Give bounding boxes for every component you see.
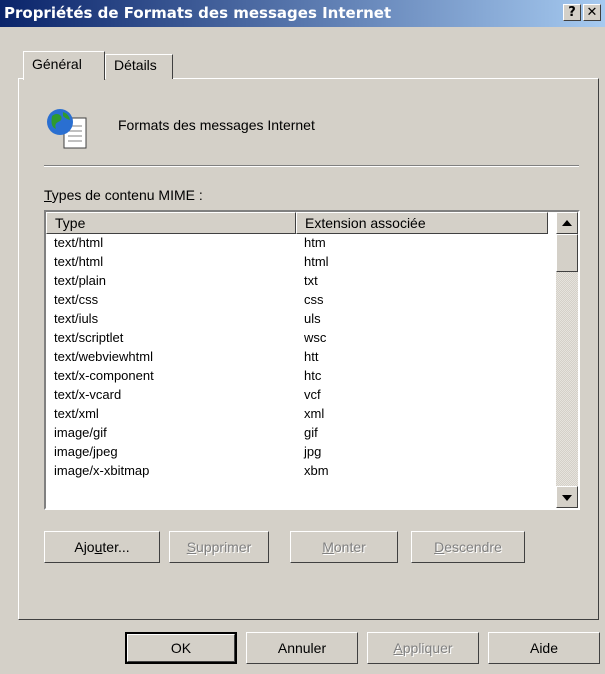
remove-button[interactable]: Supprimer bbox=[169, 531, 269, 563]
table-row[interactable]: text/html htm bbox=[46, 234, 548, 253]
remove-label-post: upprimer bbox=[196, 539, 252, 555]
cell-type: image/gif bbox=[54, 425, 107, 440]
vertical-scrollbar[interactable] bbox=[556, 212, 578, 508]
move-up-button[interactable]: Monter bbox=[290, 531, 398, 563]
cell-extension: css bbox=[304, 292, 324, 307]
tab-details-label: Détails bbox=[114, 57, 157, 73]
list-rows: text/html htm text/html html text/plain txt… bbox=[46, 234, 548, 481]
table-row[interactable]: text/plain txt bbox=[46, 272, 548, 291]
scroll-down-button[interactable] bbox=[556, 486, 578, 508]
cell-extension: txt bbox=[304, 273, 318, 288]
arrow-up-icon bbox=[562, 220, 572, 226]
table-row[interactable]: text/webviewhtml htt bbox=[46, 348, 548, 367]
cell-extension: jpg bbox=[304, 444, 322, 459]
table-row[interactable]: image/x-xbitmap xbm bbox=[46, 462, 548, 481]
cell-type: text/webviewhtml bbox=[54, 349, 153, 364]
table-row[interactable]: text/scriptlet wsc bbox=[46, 329, 548, 348]
move-up-label-mnemonic: M bbox=[322, 539, 334, 555]
cell-type: image/jpeg bbox=[54, 444, 118, 459]
add-label-post: ter... bbox=[102, 539, 130, 555]
cell-extension: html bbox=[304, 254, 329, 269]
ok-button[interactable]: OK bbox=[125, 632, 237, 664]
cell-extension: wsc bbox=[304, 330, 327, 345]
cell-type: text/xml bbox=[54, 406, 99, 421]
move-down-label-post: escendre bbox=[444, 539, 502, 555]
list-header: Type Extension associée bbox=[46, 212, 548, 234]
mime-label-text: ypes de contenu MIME : bbox=[51, 187, 203, 203]
separator bbox=[44, 165, 579, 167]
apply-button[interactable]: Appliquer bbox=[367, 632, 479, 664]
column-header-extension-label: Extension associée bbox=[305, 215, 426, 231]
move-down-button[interactable]: Descendre bbox=[411, 531, 525, 563]
scroll-up-button[interactable] bbox=[556, 212, 578, 234]
scroll-thumb[interactable] bbox=[556, 234, 578, 272]
help-dialog-button[interactable]: Aide bbox=[488, 632, 600, 664]
move-up-label-post: onter bbox=[333, 539, 366, 555]
cell-extension: htm bbox=[304, 235, 326, 250]
table-row[interactable]: text/css css bbox=[46, 291, 548, 310]
cell-type: text/iuls bbox=[54, 311, 99, 326]
apply-label-post: ppliquer bbox=[402, 640, 453, 656]
help-button[interactable]: ? bbox=[563, 4, 581, 21]
cell-type: text/html bbox=[54, 235, 104, 250]
title-bar: Propriétés de Formats des messages Inter… bbox=[0, 0, 605, 27]
apply-label-mnemonic: A bbox=[393, 640, 403, 656]
cell-type: image/x-xbitmap bbox=[54, 463, 150, 478]
mime-label-mnemonic: T bbox=[44, 187, 52, 203]
tab-general[interactable]: Général bbox=[23, 51, 105, 80]
table-row[interactable]: image/jpeg jpg bbox=[46, 443, 548, 462]
cell-extension: htc bbox=[304, 368, 322, 383]
globe-document-icon bbox=[47, 109, 87, 149]
cell-type: text/html bbox=[54, 254, 104, 269]
cell-extension: gif bbox=[304, 425, 318, 440]
tab-general-label: Général bbox=[32, 56, 82, 72]
remove-label-mnemonic: S bbox=[186, 539, 197, 555]
table-row[interactable]: text/xml xml bbox=[46, 405, 548, 424]
table-row[interactable]: text/x-vcard vcf bbox=[46, 386, 548, 405]
column-header-extension[interactable]: Extension associée bbox=[296, 212, 548, 234]
column-header-type[interactable]: Type bbox=[46, 212, 296, 234]
ok-label: OK bbox=[127, 634, 235, 662]
cancel-label: Annuler bbox=[277, 640, 327, 656]
table-row[interactable]: image/gif gif bbox=[46, 424, 548, 443]
cell-extension: xbm bbox=[304, 463, 329, 478]
mime-types-label: Types de contenu MIME : bbox=[44, 187, 203, 203]
cell-extension: uls bbox=[304, 311, 321, 326]
cell-type: text/css bbox=[54, 292, 99, 307]
cell-extension: xml bbox=[304, 406, 325, 421]
cell-type: text/x-component bbox=[54, 368, 154, 383]
cancel-button[interactable]: Annuler bbox=[246, 632, 358, 664]
arrow-down-icon bbox=[562, 495, 572, 501]
table-row[interactable]: text/x-component htc bbox=[46, 367, 548, 386]
column-header-type-label: Type bbox=[55, 215, 86, 231]
move-down-label-mnemonic: D bbox=[434, 539, 445, 555]
cell-type: text/scriptlet bbox=[54, 330, 124, 345]
cell-extension: htt bbox=[304, 349, 319, 364]
table-row[interactable]: text/iuls uls bbox=[46, 310, 548, 329]
add-label-pre: Ajo bbox=[74, 539, 95, 555]
close-button[interactable]: ✕ bbox=[583, 4, 601, 21]
help-label: Aide bbox=[529, 640, 559, 656]
mime-types-list[interactable]: Type Extension associée text/html htm tex… bbox=[44, 210, 580, 510]
add-button[interactable]: Ajouter... bbox=[44, 531, 160, 563]
cell-type: text/x-vcard bbox=[54, 387, 122, 402]
header-label: Formats des messages Internet bbox=[118, 117, 315, 133]
tab-details[interactable]: Détails bbox=[105, 54, 173, 79]
window-title: Propriétés de Formats des messages Inter… bbox=[4, 4, 392, 22]
cell-extension: vcf bbox=[304, 387, 321, 402]
cell-type: text/plain bbox=[54, 273, 107, 288]
table-row[interactable]: text/html html bbox=[46, 253, 548, 272]
